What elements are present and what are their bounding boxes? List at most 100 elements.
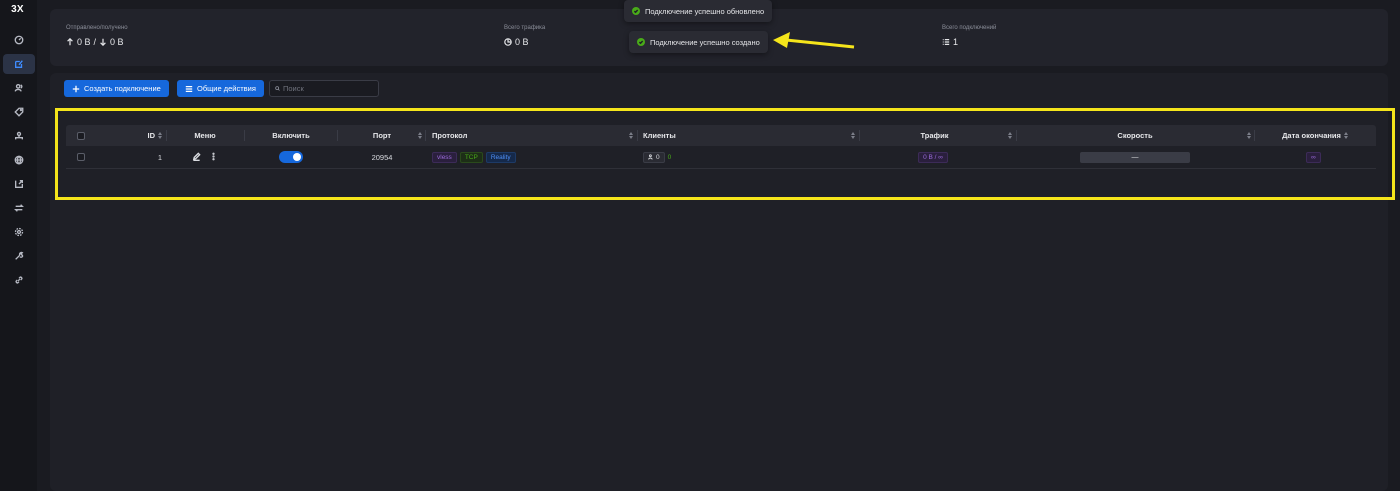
header-port-label: Порт <box>372 131 392 140</box>
sort-icon[interactable] <box>1008 132 1012 139</box>
protocol-tag: vless <box>432 151 457 163</box>
arrow-up-icon <box>67 38 73 46</box>
row-traffic: 0 B / ∞ <box>861 146 1008 168</box>
row-clients: 0 0 <box>643 146 671 168</box>
globe-icon <box>14 155 24 165</box>
export-icon <box>15 180 23 188</box>
expiry-tag: ∞ <box>1306 151 1321 163</box>
header-id-label: ID <box>147 131 156 140</box>
general-actions-button[interactable]: Общие действия <box>177 80 264 97</box>
stat-total-traffic: Всего трафика 0 B <box>504 25 545 47</box>
traffic-tag[interactable]: 0 B / ∞ <box>918 151 948 163</box>
toast-created-text: Подключение успешно создано <box>650 37 760 47</box>
total-traffic-value: 0 B <box>515 37 529 47</box>
header-expiry[interactable]: Дата окончания <box>1266 125 1364 146</box>
sidebar-item-tools[interactable] <box>3 246 35 266</box>
sidebar-item-tags[interactable] <box>3 102 35 122</box>
check-circle-icon <box>632 7 640 15</box>
row-expiry: ∞ <box>1266 146 1364 168</box>
sort-icon[interactable] <box>418 132 422 139</box>
header-clients[interactable]: Клиенты <box>643 125 676 146</box>
row-select-checkbox[interactable] <box>77 146 85 168</box>
speed-sort-icon[interactable] <box>1244 125 1251 146</box>
header-enable: Включить <box>246 125 336 146</box>
clients-sort-icon[interactable] <box>848 125 855 146</box>
sort-icon[interactable] <box>1343 132 1348 139</box>
users-icon <box>14 84 23 92</box>
header-menu: Меню <box>170 125 240 146</box>
column-separator <box>1254 130 1255 141</box>
toast-updated-text: Подключение успешно обновлено <box>645 6 765 16</box>
sort-icon[interactable] <box>158 132 162 139</box>
inbounds-icon <box>15 60 23 68</box>
sort-icon[interactable] <box>851 132 855 139</box>
create-connection-label: Создать подключение <box>84 84 161 93</box>
header-traffic[interactable]: Трафик <box>861 125 1008 146</box>
stat-sent-received: Отправлено/получено 0 B / 0 B <box>66 25 128 47</box>
speed-indicator: — <box>1080 151 1190 163</box>
table-row: 1 20954 vless TCP Reality 0 0 0 B / ∞ — <box>66 146 1376 169</box>
sort-icon[interactable] <box>1247 132 1251 139</box>
sidebar-item-team[interactable] <box>3 126 35 146</box>
tool-icon <box>15 251 24 260</box>
sidebar-item-globe[interactable] <box>3 150 35 170</box>
pie-chart-icon <box>504 38 512 46</box>
dashboard-icon <box>14 35 24 45</box>
sidebar-item-settings[interactable] <box>3 222 35 242</box>
toast-updated: Подключение успешно обновлено <box>624 0 773 22</box>
users-icon <box>648 154 653 160</box>
annotation-arrow-icon <box>773 32 855 49</box>
toast-created: Подключение успешно создано <box>629 31 768 53</box>
security-tag: Reality <box>485 151 516 163</box>
clients-total-tag[interactable]: 0 <box>643 151 665 163</box>
list-icon <box>942 39 950 45</box>
header-port[interactable]: Порт <box>340 125 424 146</box>
traffic-sort-icon[interactable] <box>1005 125 1012 146</box>
swap-icon <box>14 204 24 212</box>
sent-value: 0 B <box>77 37 91 47</box>
column-separator <box>244 130 245 141</box>
general-actions-label: Общие действия <box>197 84 256 93</box>
edit-icon[interactable] <box>192 151 201 163</box>
enable-toggle[interactable] <box>279 151 303 163</box>
sidebar-item-users[interactable] <box>3 78 35 98</box>
inbounds-table: ID Меню Включить Порт Протокол Клиенты Т… <box>66 125 1376 182</box>
arrow-down-icon <box>100 38 106 46</box>
row-enable <box>279 146 303 168</box>
header-speed[interactable]: Скорость <box>1018 125 1252 146</box>
protocol-sort-icon[interactable] <box>626 125 633 146</box>
column-separator <box>166 130 167 141</box>
more-vertical-icon[interactable] <box>209 152 218 163</box>
header-protocol[interactable]: Протокол <box>432 125 467 146</box>
table-header: ID Меню Включить Порт Протокол Клиенты Т… <box>66 125 1376 146</box>
sidebar-item-swap[interactable] <box>3 198 35 218</box>
clients-online: 0 <box>667 153 672 161</box>
tag-icon <box>14 107 24 117</box>
search-input[interactable] <box>283 84 373 93</box>
clients-total: 0 <box>656 153 660 161</box>
received-value: 0 B <box>110 37 124 47</box>
header-menu-label: Меню <box>194 131 216 140</box>
sidebar-item-dashboard[interactable] <box>3 30 35 50</box>
row-id: 1 <box>157 152 162 162</box>
column-separator <box>637 130 638 141</box>
create-connection-button[interactable]: Создать подключение <box>64 80 169 97</box>
sidebar-item-export[interactable] <box>3 174 35 194</box>
header-id[interactable]: ID <box>142 125 162 146</box>
row-port: 20954 <box>371 152 393 162</box>
sidebar-item-inbounds[interactable] <box>3 54 35 74</box>
select-all-checkbox[interactable] <box>77 125 85 146</box>
team-icon <box>15 131 23 140</box>
transport-tag: TCP <box>459 151 483 163</box>
checkbox[interactable] <box>77 153 85 161</box>
header-speed-label: Скорость <box>1117 131 1153 140</box>
port-sort-icon[interactable] <box>415 125 422 146</box>
row-protocol: vless TCP Reality <box>432 146 519 168</box>
search-icon <box>275 86 280 91</box>
search-field[interactable] <box>269 80 379 97</box>
sort-icon[interactable] <box>629 132 633 139</box>
row-menu <box>192 146 218 168</box>
checkbox[interactable] <box>77 131 85 140</box>
app-logo: 3X <box>11 4 24 15</box>
sidebar-item-links[interactable] <box>3 270 35 290</box>
